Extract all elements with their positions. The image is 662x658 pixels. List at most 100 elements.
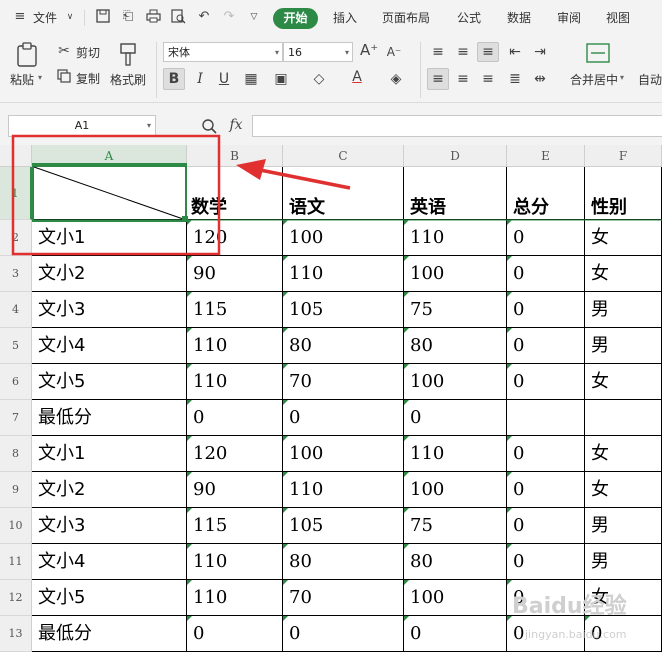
cell-c11[interactable]: 80 bbox=[283, 544, 404, 580]
cell-d10[interactable]: 75 bbox=[404, 508, 507, 544]
cell-d7[interactable]: 0 bbox=[404, 400, 507, 436]
merge-dropdown-icon[interactable]: ▾ bbox=[620, 73, 624, 82]
cell-b6[interactable]: 110 bbox=[187, 364, 283, 400]
row-header-8[interactable]: 8 bbox=[0, 436, 32, 472]
cell-b13[interactable]: 0 bbox=[187, 616, 283, 652]
align-top-icon[interactable]: ≡ bbox=[430, 44, 446, 60]
cell-c6[interactable]: 70 bbox=[283, 364, 404, 400]
cell-a3[interactable]: 文小2 bbox=[32, 256, 187, 292]
column-header-b[interactable]: B bbox=[187, 145, 283, 167]
cell-e11[interactable]: 0 bbox=[507, 544, 585, 580]
border-icon[interactable]: ▦ bbox=[243, 71, 259, 87]
font-name-select[interactable]: 宋体 ▾ bbox=[163, 42, 283, 62]
tab-formulas[interactable]: 公式 bbox=[457, 9, 481, 26]
cell-d11[interactable]: 80 bbox=[404, 544, 507, 580]
underline-icon[interactable]: U bbox=[217, 71, 231, 87]
print-icon[interactable] bbox=[145, 9, 161, 25]
align-right-icon[interactable]: ≡ bbox=[480, 71, 496, 87]
cell-b3[interactable]: 90 bbox=[187, 256, 283, 292]
column-header-f[interactable]: F bbox=[585, 145, 662, 167]
fill-color-icon[interactable]: ◇ bbox=[311, 71, 327, 87]
cell-a12[interactable]: 文小5 bbox=[32, 580, 187, 616]
tab-review[interactable]: 审阅 bbox=[557, 9, 581, 26]
redo-icon[interactable]: ↷ bbox=[221, 9, 237, 25]
header-cell-f[interactable]: 性别 bbox=[585, 167, 662, 220]
merge-center-icon[interactable] bbox=[585, 42, 611, 66]
auto-wrap-button[interactable]: 自动 bbox=[638, 71, 662, 88]
chevron-down-icon[interactable]: ∨ bbox=[62, 9, 78, 25]
cell-c8[interactable]: 100 bbox=[283, 436, 404, 472]
increase-font-icon[interactable]: A⁺ bbox=[360, 42, 378, 58]
file-menu[interactable]: 文件 bbox=[33, 9, 57, 26]
cell-f2[interactable]: 女 bbox=[585, 220, 662, 256]
cell-f6[interactable]: 女 bbox=[585, 364, 662, 400]
cell-a8[interactable]: 文小1 bbox=[32, 436, 187, 472]
cell-e7[interactable] bbox=[507, 400, 585, 436]
row-header-13[interactable]: 13 bbox=[0, 616, 32, 652]
format-painter-icon[interactable] bbox=[116, 42, 140, 68]
scissors-icon[interactable]: ✂ bbox=[56, 43, 72, 59]
cell-e3[interactable]: 0 bbox=[507, 256, 585, 292]
decrease-indent-icon[interactable]: ⇤ bbox=[507, 44, 523, 60]
save-icon[interactable] bbox=[95, 9, 111, 25]
cell-c9[interactable]: 110 bbox=[283, 472, 404, 508]
cut-button[interactable]: 剪切 bbox=[76, 44, 100, 61]
header-cell-d[interactable]: 英语 bbox=[404, 167, 507, 220]
row-header-2[interactable]: 2 bbox=[0, 220, 32, 256]
cell-e10[interactable]: 0 bbox=[507, 508, 585, 544]
clear-format-icon[interactable]: ◈ bbox=[388, 71, 404, 87]
cell-c3[interactable]: 110 bbox=[283, 256, 404, 292]
distribute-icon[interactable]: ⇹ bbox=[532, 71, 548, 87]
cell-c7[interactable]: 0 bbox=[283, 400, 404, 436]
cell-d3[interactable]: 100 bbox=[404, 256, 507, 292]
cell-b10[interactable]: 115 bbox=[187, 508, 283, 544]
cell-d2[interactable]: 110 bbox=[404, 220, 507, 256]
cell-a6[interactable]: 文小5 bbox=[32, 364, 187, 400]
cell-c5[interactable]: 80 bbox=[283, 328, 404, 364]
cell-f11[interactable]: 男 bbox=[585, 544, 662, 580]
row-header-3[interactable]: 3 bbox=[0, 256, 32, 292]
cell-c12[interactable]: 70 bbox=[283, 580, 404, 616]
cell-b8[interactable]: 120 bbox=[187, 436, 283, 472]
cell-b9[interactable]: 90 bbox=[187, 472, 283, 508]
cell-b11[interactable]: 110 bbox=[187, 544, 283, 580]
copy-button[interactable]: 复制 bbox=[76, 70, 100, 87]
cell-d8[interactable]: 110 bbox=[404, 436, 507, 472]
paste-button[interactable]: 粘贴 bbox=[10, 71, 34, 88]
cell-a2[interactable]: 文小1 bbox=[32, 220, 187, 256]
font-size-select[interactable]: 16 ▾ bbox=[283, 42, 353, 62]
row-header-11[interactable]: 11 bbox=[0, 544, 32, 580]
cell-e9[interactable]: 0 bbox=[507, 472, 585, 508]
row-header-9[interactable]: 9 bbox=[0, 472, 32, 508]
cell-f9[interactable]: 女 bbox=[585, 472, 662, 508]
increase-indent-icon[interactable]: ⇥ bbox=[532, 44, 548, 60]
fill-style-icon[interactable]: ▣ bbox=[273, 71, 289, 87]
tab-view[interactable]: 视图 bbox=[606, 9, 630, 26]
export-icon[interactable]: ⎗ bbox=[120, 9, 136, 25]
paste-icon[interactable] bbox=[14, 42, 40, 68]
cell-a11[interactable]: 文小4 bbox=[32, 544, 187, 580]
cell-c2[interactable]: 100 bbox=[283, 220, 404, 256]
cell-d4[interactable]: 75 bbox=[404, 292, 507, 328]
cell-a7[interactable]: 最低分 bbox=[32, 400, 187, 436]
header-cell-c[interactable]: 语文 bbox=[283, 167, 404, 220]
column-header-e[interactable]: E bbox=[507, 145, 585, 167]
font-color-icon[interactable]: A bbox=[349, 69, 365, 85]
cell-f7[interactable] bbox=[585, 400, 662, 436]
italic-icon[interactable]: I bbox=[193, 71, 207, 87]
justify-icon[interactable]: ≣ bbox=[507, 71, 523, 87]
cell-b2[interactable]: 120 bbox=[187, 220, 283, 256]
column-header-d[interactable]: D bbox=[404, 145, 507, 167]
row-header-5[interactable]: 5 bbox=[0, 328, 32, 364]
name-box[interactable]: A1 ▾ bbox=[8, 115, 156, 137]
header-cell-e[interactable]: 总分 bbox=[507, 167, 585, 220]
row-header-10[interactable]: 10 bbox=[0, 508, 32, 544]
cell-b4[interactable]: 115 bbox=[187, 292, 283, 328]
tab-home[interactable]: 开始 bbox=[273, 8, 318, 29]
decrease-font-icon[interactable]: A⁻ bbox=[385, 44, 403, 60]
cell-a13[interactable]: 最低分 bbox=[32, 616, 187, 652]
cell-f5[interactable]: 男 bbox=[585, 328, 662, 364]
print-preview-icon[interactable] bbox=[170, 9, 186, 25]
tab-insert[interactable]: 插入 bbox=[333, 9, 357, 26]
row-header-6[interactable]: 6 bbox=[0, 364, 32, 400]
